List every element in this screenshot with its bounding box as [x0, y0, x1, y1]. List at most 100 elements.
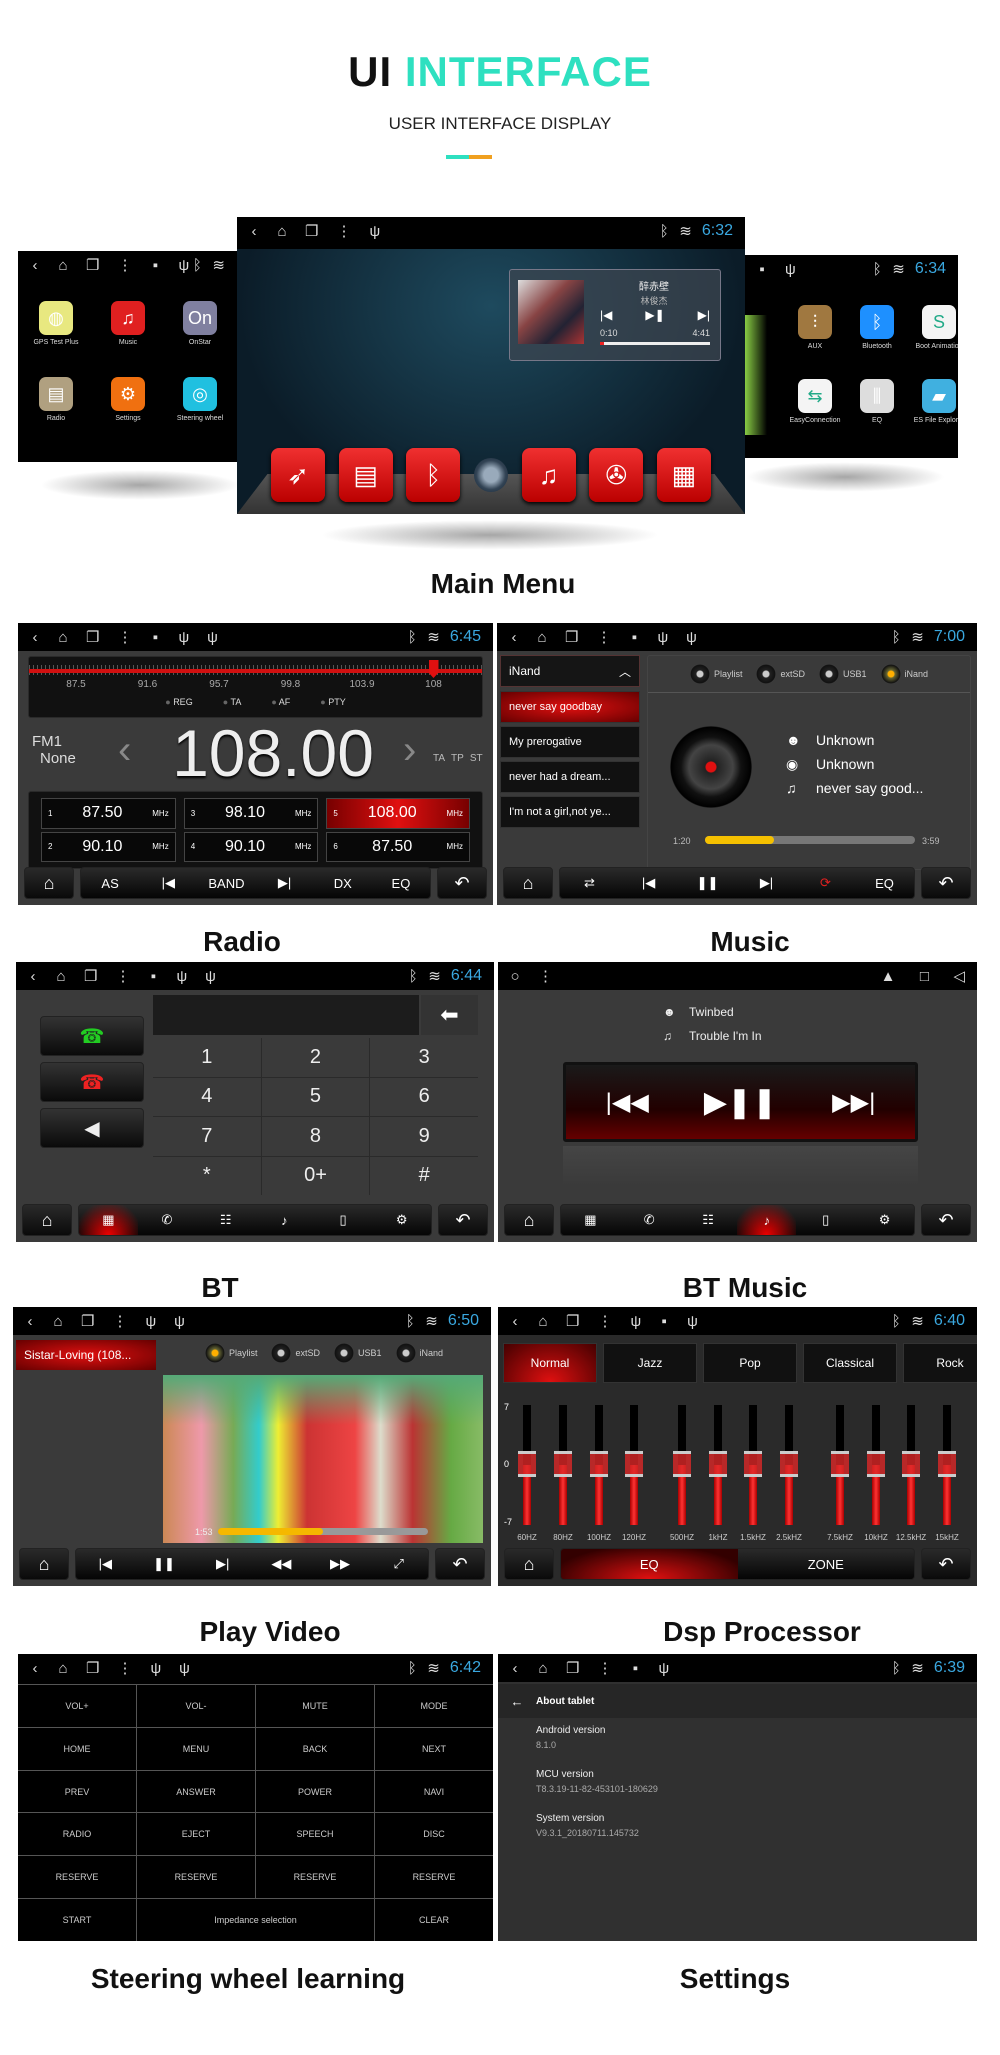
previous-button[interactable]: |◀◀	[606, 1088, 649, 1117]
phone-link-button[interactable]: ▯	[796, 1205, 855, 1235]
eq-preset-classical[interactable]: Classical	[803, 1343, 897, 1383]
eq-slider-80HZ[interactable]	[554, 1405, 572, 1525]
settings-item[interactable]: System version V9.3.1_20180711.145732	[536, 1812, 639, 1840]
learn-key-speech[interactable]: SPEECH	[256, 1813, 374, 1856]
back-icon[interactable]: ‹	[509, 629, 519, 646]
app-music-note[interactable]: ♫ Music	[98, 301, 158, 346]
source-dropdown[interactable]: iNand ︿	[500, 655, 640, 687]
app-aux[interactable]: ⫶ AUX	[785, 305, 845, 350]
dial-key[interactable]: 6	[370, 1077, 478, 1116]
recents-icon[interactable]: ❐	[305, 222, 318, 240]
slider-handle[interactable]	[867, 1451, 885, 1477]
dial-key[interactable]: 0+	[261, 1156, 370, 1195]
menu-icon[interactable]: ⋮	[112, 1312, 127, 1330]
back-button[interactable]: ↶	[921, 1548, 971, 1580]
seek-down-button[interactable]: ‹	[118, 728, 131, 773]
back-button[interactable]: ↶	[921, 867, 971, 899]
back-button[interactable]: ↶	[438, 1204, 488, 1236]
eject-icon[interactable]: ▲	[881, 968, 896, 985]
playlist-item[interactable]: My prerogative	[500, 726, 640, 758]
slider-handle[interactable]	[938, 1451, 956, 1477]
eq-slider-2.5kHZ[interactable]	[780, 1405, 798, 1525]
menu-icon[interactable]: ⋮	[336, 222, 351, 240]
slider-handle[interactable]	[744, 1451, 762, 1477]
slider-handle[interactable]	[625, 1451, 643, 1477]
back-icon[interactable]: ‹	[25, 1313, 35, 1330]
indicator-af[interactable]: ● AF	[271, 697, 290, 707]
source-playlist[interactable]: Playlist	[204, 1343, 257, 1363]
backspace-button[interactable]: ⬅	[421, 995, 478, 1035]
slider-handle[interactable]	[554, 1451, 572, 1477]
home-icon[interactable]: ⌂	[56, 968, 66, 985]
dial-key[interactable]: 1	[153, 1038, 261, 1077]
circle-icon[interactable]: ○	[510, 968, 520, 985]
slider-handle[interactable]	[518, 1451, 536, 1477]
learn-key-disc[interactable]: DISC	[375, 1813, 493, 1856]
seek-up-button[interactable]: ›	[403, 728, 416, 773]
recents-icon[interactable]: ❐	[565, 628, 578, 646]
source-usb1[interactable]: USB1	[334, 1343, 382, 1363]
rewind-button[interactable]: ◀◀	[252, 1549, 311, 1579]
source-extsd[interactable]: extSD	[756, 664, 805, 684]
slider-handle[interactable]	[709, 1451, 727, 1477]
contacts-button[interactable]: ☷	[679, 1205, 738, 1235]
indicator-pty[interactable]: ● PTY	[320, 697, 345, 707]
home-button[interactable]: ⌂	[504, 1548, 554, 1580]
band-button[interactable]: BAND	[197, 868, 255, 898]
preset-button[interactable]: 5 108.00 MHz	[326, 798, 470, 829]
dial-key[interactable]: 5	[261, 1077, 370, 1116]
eq-slider-60HZ[interactable]	[518, 1405, 536, 1525]
home-icon[interactable]: ⌂	[537, 629, 547, 646]
settings-item[interactable]: MCU version T8.3.19-11-82-453101-180629	[536, 1768, 658, 1796]
prev-track-button[interactable]: |◀	[76, 1549, 135, 1579]
back-icon[interactable]: ‹	[249, 223, 259, 240]
recents-icon[interactable]: ❐	[566, 1312, 579, 1330]
source-extsd[interactable]: extSD	[271, 1343, 320, 1363]
bt-music-button[interactable]: ♪	[255, 1205, 314, 1235]
audio-switch-button[interactable]: ◀	[40, 1108, 144, 1148]
app-eq[interactable]: ⫼ EQ	[847, 379, 907, 424]
eq-slider-1kHZ[interactable]	[709, 1405, 727, 1525]
source-playlist[interactable]: Playlist	[689, 664, 742, 684]
settings-button[interactable]: ⚙	[372, 1205, 431, 1235]
slider-handle[interactable]	[902, 1451, 920, 1477]
eq-slider-15kHZ[interactable]	[938, 1405, 956, 1525]
menu-icon[interactable]: ⋮	[117, 628, 132, 646]
play-pause-button[interactable]: ▶❚❚	[704, 1085, 777, 1120]
eq-preset-jazz[interactable]: Jazz	[603, 1343, 697, 1383]
app-globe[interactable]: ◍ GPS Test Plus	[26, 301, 86, 346]
clear-button[interactable]: CLEAR	[375, 1899, 493, 1941]
eq-slider-7.5kHZ[interactable]	[831, 1405, 849, 1525]
preset-button[interactable]: 3 98.10 MHz	[183, 798, 319, 829]
dial-key[interactable]: #	[370, 1156, 478, 1195]
fast-forward-button[interactable]: ▶▶	[311, 1549, 370, 1579]
home-icon[interactable]: ⌂	[58, 1660, 68, 1677]
impedance-selection-button[interactable]: Impedance selection	[137, 1899, 374, 1941]
eq-preset-pop[interactable]: Pop	[703, 1343, 797, 1383]
learn-key-mode[interactable]: MODE	[375, 1685, 493, 1727]
recents-icon[interactable]: ❐	[86, 256, 99, 274]
menu-icon[interactable]: ⋮	[597, 1659, 612, 1677]
home-button[interactable]: ⌂	[19, 1548, 69, 1580]
dock-video-icon[interactable]: ✇	[589, 448, 644, 502]
learn-key-power[interactable]: POWER	[256, 1770, 374, 1813]
phone-link-button[interactable]: ▯	[314, 1205, 373, 1235]
app-steering-wheel[interactable]: ◎ Steering wheel	[170, 377, 230, 422]
learn-key-answer[interactable]: ANSWER	[137, 1770, 255, 1813]
home-button[interactable]: ⌂	[503, 867, 553, 899]
call-button[interactable]: ☎	[40, 1016, 144, 1056]
slider-handle[interactable]	[780, 1451, 798, 1477]
video-frame[interactable]: 1:53	[163, 1375, 483, 1543]
preset-button[interactable]: 1 87.50 MHz	[41, 798, 176, 829]
indicator-ta[interactable]: ● TA	[223, 697, 242, 707]
eq-slider-1.5kHZ[interactable]	[744, 1405, 762, 1525]
back-icon[interactable]: ‹	[30, 257, 40, 274]
next-track-button[interactable]: ▶|	[256, 868, 314, 898]
learn-key-back[interactable]: BACK	[256, 1727, 374, 1770]
eq-slider-100HZ[interactable]	[590, 1405, 608, 1525]
eq-slider-120HZ[interactable]	[625, 1405, 643, 1525]
next-track-button[interactable]: ▶|	[193, 1549, 252, 1579]
home-button[interactable]: ⌂	[22, 1204, 72, 1236]
dial-key[interactable]: 3	[370, 1038, 478, 1077]
eq-slider-12.5kHZ[interactable]	[902, 1405, 920, 1525]
